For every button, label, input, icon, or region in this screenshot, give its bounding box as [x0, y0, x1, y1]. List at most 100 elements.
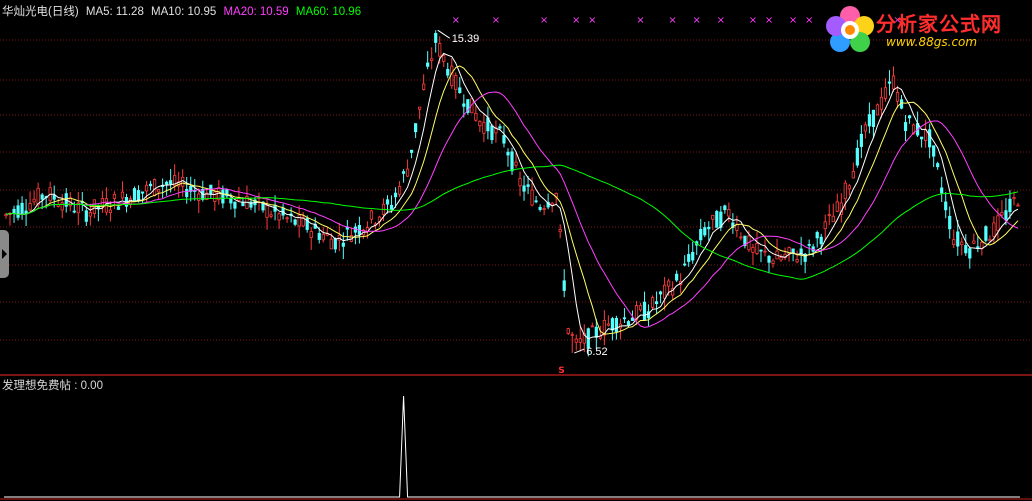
- candle-body: [438, 43, 442, 57]
- candle-body: [948, 215, 952, 230]
- candle-body: [414, 123, 418, 133]
- candle-body: [895, 92, 900, 102]
- side-collapse-tab[interactable]: [0, 230, 9, 278]
- high-label: 15.39: [452, 33, 480, 45]
- candle-body: [401, 171, 406, 174]
- candle-body: [606, 323, 610, 326]
- candle-body: [442, 55, 446, 62]
- signal-marker: ×: [749, 15, 757, 26]
- candle-body: [964, 245, 968, 254]
- ma10-legend: MA10: 10.95: [151, 6, 217, 18]
- candle-body: [614, 317, 619, 333]
- candle-body: [642, 301, 647, 321]
- candle-body: [823, 221, 827, 230]
- flower-icon: [826, 6, 874, 52]
- candle-body: [992, 222, 996, 237]
- candle-body: [157, 189, 161, 193]
- candle-body: [498, 126, 502, 129]
- candlestick-chart: ×××××××××××××××× 15.396.52S: [0, 15, 1032, 500]
- candle-body: [687, 254, 691, 262]
- candle-body: [542, 208, 546, 210]
- signal-marker: ×: [588, 15, 596, 26]
- candle-body: [1016, 204, 1020, 207]
- candle-body: [707, 226, 711, 230]
- candle-body: [863, 124, 867, 132]
- candle-body: [454, 75, 458, 91]
- candle-body: [1000, 212, 1004, 216]
- logo-title: 分析家公式网: [876, 12, 1002, 36]
- site-logo: 分析家公式网 www.88gs.com: [824, 4, 1024, 56]
- signal-marker: ×: [717, 15, 725, 26]
- signal-marker: ×: [789, 15, 797, 26]
- signal-marker: ×: [572, 15, 580, 26]
- candle-body: [570, 333, 574, 336]
- candle-body: [574, 338, 578, 343]
- candle-body: [887, 81, 892, 84]
- candle-body: [88, 212, 92, 217]
- candle-body: [715, 211, 719, 228]
- candle-body: [675, 273, 679, 281]
- candle-body: [277, 213, 281, 221]
- candle-body: [502, 135, 506, 144]
- candle-body: [393, 192, 398, 198]
- candle-body: [924, 129, 928, 141]
- candle-body: [727, 209, 731, 217]
- candle-body: [221, 189, 225, 204]
- signal-marker: ×: [765, 15, 773, 26]
- candle-body: [474, 113, 478, 121]
- candle-body: [956, 231, 960, 247]
- candle-body: [148, 183, 153, 187]
- candle-body: [269, 214, 273, 217]
- candle-body: [667, 280, 671, 287]
- candle-body: [522, 185, 526, 192]
- candle-body: [152, 179, 157, 196]
- candle-body: [755, 243, 759, 254]
- candle-body: [711, 214, 715, 220]
- low-label: 6.52: [586, 346, 607, 358]
- candle-body: [739, 236, 743, 239]
- candle-body: [831, 215, 835, 223]
- candle-body: [658, 291, 663, 295]
- candle-body: [960, 241, 964, 246]
- signal-marker: ×: [693, 15, 701, 26]
- candle-body: [116, 206, 121, 210]
- candle-body: [12, 208, 16, 214]
- candle-body: [369, 210, 374, 220]
- candle-body: [514, 161, 518, 166]
- candle-body: [883, 87, 888, 99]
- candle-body: [835, 201, 839, 212]
- candle-body: [1004, 210, 1008, 220]
- candle-body: [562, 280, 566, 291]
- candle-body: [566, 328, 570, 334]
- candle-body: [594, 326, 598, 338]
- candle-body: [819, 236, 823, 245]
- candle-body: [988, 238, 992, 242]
- candles-layer: [4, 30, 1020, 357]
- candle-body: [799, 248, 803, 255]
- candle-body: [558, 229, 562, 233]
- candle-body: [52, 194, 56, 200]
- candle-body: [683, 263, 687, 266]
- candle-body: [807, 244, 811, 246]
- ma20-legend: MA20: 10.59: [223, 6, 289, 18]
- candle-body: [16, 205, 20, 218]
- candle-body: [968, 248, 972, 259]
- candle-body: [112, 193, 117, 199]
- candle-body: [626, 321, 631, 326]
- candle-body: [482, 122, 486, 134]
- candle-body: [317, 232, 321, 240]
- candle-body: [879, 96, 884, 110]
- candle-body: [72, 210, 76, 213]
- candle-body: [329, 238, 333, 250]
- candle-body: [763, 250, 767, 253]
- candle-body: [827, 214, 831, 216]
- candle-body: [847, 185, 851, 190]
- candle-body: [309, 231, 313, 238]
- candle-body: [928, 129, 932, 148]
- candle-body: [526, 184, 530, 187]
- candle-body: [397, 186, 402, 195]
- candle-body: [703, 227, 707, 236]
- candle-body: [144, 184, 149, 192]
- candle-body: [654, 301, 659, 305]
- candle-body: [530, 189, 534, 206]
